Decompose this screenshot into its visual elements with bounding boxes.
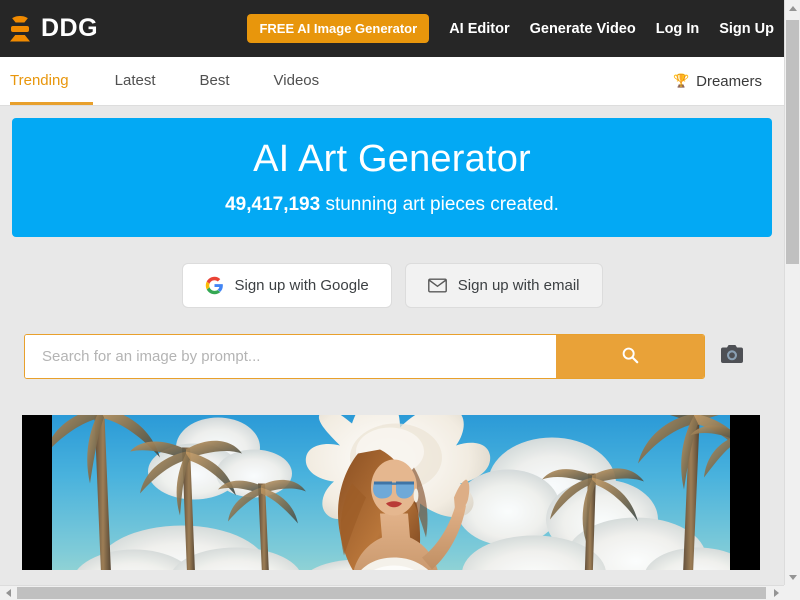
magnifier-icon [621,346,639,367]
scroll-right-arrow-icon[interactable] [768,586,784,600]
browser-viewport: DDG FREE AI Image Generator AI Editor Ge… [0,0,800,600]
tab-videos[interactable]: Videos [252,57,342,105]
horizontal-scrollbar[interactable] [0,585,800,600]
nav-link-sign-up[interactable]: Sign Up [719,21,774,37]
search-input[interactable] [25,335,556,378]
hero-subtitle: 49,417,193 stunning art pieces created. [225,194,559,216]
ddg-stack-icon [10,15,30,42]
sign-up-with-email-label: Sign up with email [457,277,580,294]
vertical-scrollbar-thumb[interactable] [786,20,799,264]
dreamers-link[interactable]: 🏆 Dreamers [673,73,762,90]
signup-options: Sign up with Google Sign up with email [0,263,784,308]
google-g-icon [205,276,224,295]
scroll-down-arrow-icon[interactable] [785,569,800,585]
featured-artwork-image [22,415,760,570]
scroll-left-arrow-icon[interactable] [0,586,16,600]
nav-link-log-in[interactable]: Log In [656,21,700,37]
hero-banner: AI Art Generator 49,417,193 stunning art… [12,118,772,237]
page-title: AI Art Generator [253,138,531,181]
search-submit-button[interactable] [556,335,704,378]
scroll-up-arrow-icon[interactable] [785,0,800,16]
camera-icon [719,344,745,369]
brand-logo[interactable]: DDG [10,14,98,43]
art-pieces-count: 49,417,193 [225,193,321,215]
primary-nav: FREE AI Image Generator AI Editor Genera… [247,0,774,57]
featured-artwork-card[interactable] [22,415,760,570]
page-content: DDG FREE AI Image Generator AI Editor Ge… [0,0,784,585]
tab-best[interactable]: Best [178,57,252,105]
envelope-icon [427,278,447,293]
search-field-wrapper [24,334,705,379]
horizontal-scrollbar-thumb[interactable] [17,587,766,599]
category-tabbar: Trending Latest Best Videos 🏆 Dreamers [0,57,784,106]
tab-trending[interactable]: Trending [10,57,93,105]
sign-up-with-google-label: Sign up with Google [234,277,369,294]
hero-subtitle-rest: stunning art pieces created. [320,193,559,215]
nav-link-generate-video[interactable]: Generate Video [530,21,636,37]
sign-up-with-email-button[interactable]: Sign up with email [404,263,603,308]
vertical-scrollbar[interactable] [784,0,800,585]
trophy-icon: 🏆 [672,73,690,88]
site-header: DDG FREE AI Image Generator AI Editor Ge… [0,0,784,57]
tab-latest[interactable]: Latest [93,57,178,105]
brand-name: DDG [41,14,99,42]
nav-link-ai-editor[interactable]: AI Editor [449,21,509,37]
free-ai-image-generator-button[interactable]: FREE AI Image Generator [247,14,430,43]
sign-up-with-google-button[interactable]: Sign up with Google [181,263,392,308]
dreamers-label: Dreamers [696,72,762,90]
image-search-camera-button[interactable] [717,343,747,371]
search-bar [24,334,784,379]
scrollbar-corner [784,585,800,600]
